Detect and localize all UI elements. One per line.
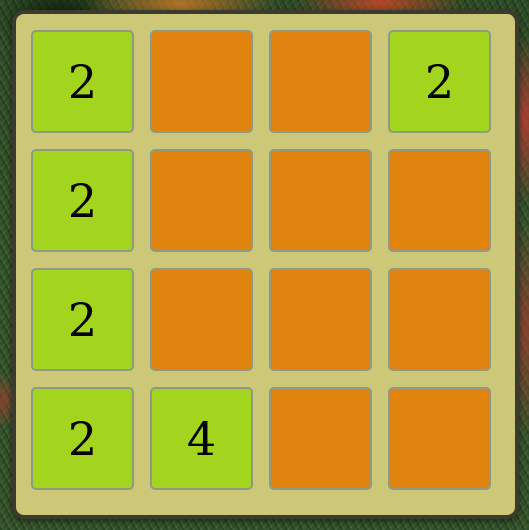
tile-r0-c3: 2 [388,30,491,133]
tile-r1-c1 [150,149,253,252]
tile-r2-c3 [388,268,491,371]
tile-r0-c2 [269,30,372,133]
tile-r1-c3 [388,149,491,252]
tile-r2-c0: 2 [31,268,134,371]
tile-r1-c2 [269,149,372,252]
tile-r3-c3 [388,387,491,490]
game-board: 2 2 2 2 2 4 [12,10,519,519]
tile-r0-c1 [150,30,253,133]
tile-r2-c2 [269,268,372,371]
tile-r3-c0: 2 [31,387,134,490]
tile-r0-c0: 2 [31,30,134,133]
tile-r1-c0: 2 [31,149,134,252]
tile-r3-c2 [269,387,372,490]
tile-r2-c1 [150,268,253,371]
tile-r3-c1: 4 [150,387,253,490]
